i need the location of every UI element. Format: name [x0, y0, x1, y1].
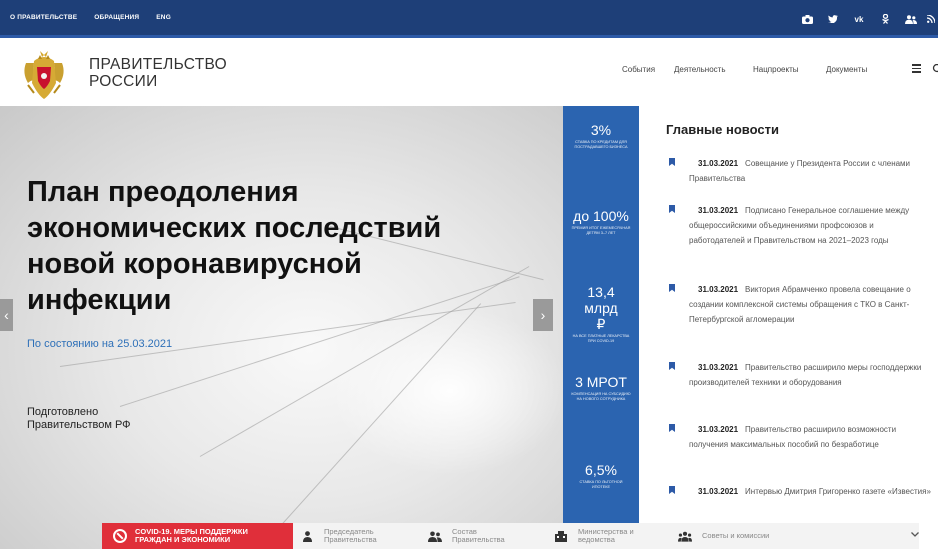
news-text: 31.03.2021 Интервью Дмитрия Григоренко га…: [669, 484, 931, 499]
odnoklassniki-icon[interactable]: [872, 9, 898, 29]
search-icon[interactable]: [932, 63, 938, 76]
hero-title-line: инфекции: [27, 284, 172, 316]
topbar-link-appeals[interactable]: ОБРАЩЕНИЯ: [94, 14, 139, 21]
main-news: Главные новости 31.03.2021 Совещание у Пр…: [639, 106, 938, 549]
stat-item[interactable]: 13,4 млрд ₽ НА ВСЕ ПЛАТНЫЕ ЛЕКАРСТВА ПРИ…: [563, 284, 639, 344]
news-heading[interactable]: Главные новости: [666, 122, 779, 137]
stats-column: 3% СТАВКА ПО КРЕДИТАМ ДЛЯ ПОСТРАДАВШЕГО …: [563, 106, 639, 549]
news-date: 31.03.2021: [698, 206, 739, 215]
hero-glow: [330, 306, 563, 476]
hero-date: По состоянию на 25.03.2021: [27, 338, 173, 350]
stat-value: 13,4 млрд ₽: [584, 284, 618, 332]
news-item[interactable]: 31.03.2021 Интервью Дмитрия Григоренко га…: [669, 484, 931, 499]
bottom-link-line: Правительства: [452, 535, 505, 544]
stat-description: СТАВКА ПО ЛЬГОТНОЙ ИПОТЕКЕ: [579, 480, 623, 489]
covid-support-button[interactable]: COVID-19. МЕРЫ ПОДДЕРЖКИ ГРАЖДАН И ЭКОНО…: [102, 523, 293, 549]
hero-title-line: План преодоления: [27, 176, 299, 208]
stat-value: до 100%: [573, 208, 629, 224]
bottom-bar: COVID-19. МЕРЫ ПОДДЕРЖКИ ГРАЖДАН И ЭКОНО…: [102, 523, 920, 549]
stat-item[interactable]: 3 МРОТ КОМПЕНСАЦИЯ НА СУБСИДИЮ НА НОВОГО…: [563, 374, 639, 402]
slider-prev-button[interactable]: ‹: [0, 299, 13, 331]
news-text: 31.03.2021 Подписано Генеральное соглашен…: [669, 203, 931, 248]
stat-item[interactable]: до 100% ПРЕМИЯ ИТОГ ЕЖЕМЕСЯЧНАЯ ДЕТЯМ 3–…: [563, 208, 639, 236]
news-date: 31.03.2021: [698, 425, 739, 434]
hero-credit-line: Правительством РФ: [27, 419, 131, 431]
person-icon: [300, 530, 314, 542]
stat-value: 3%: [590, 122, 612, 138]
group-icon: [428, 530, 442, 542]
bottom-link-label: Председатель Правительства: [324, 528, 377, 544]
slider-next-button[interactable]: ›: [533, 299, 553, 331]
rss-icon[interactable]: [924, 9, 938, 29]
stat-value: 3 МРОТ: [575, 374, 627, 390]
news-title: Интервью Дмитрия Григоренко газете «Изве…: [745, 487, 931, 496]
news-text: 31.03.2021 Виктория Абрамченко провела со…: [669, 282, 931, 327]
bottom-link-label: Советы и комиссии: [702, 532, 769, 540]
stat-description: ПРЕМИЯ ИТОГ ЕЖЕМЕСЯЧНАЯ ДЕТЯМ 3–7 ЛЕТ: [571, 226, 631, 235]
news-item[interactable]: 31.03.2021 Подписано Генеральное соглашен…: [669, 203, 931, 248]
stat-item[interactable]: 3% СТАВКА ПО КРЕДИТАМ ДЛЯ ПОСТРАДАВШЕГО …: [563, 122, 639, 150]
bottom-link-line: Советы и комиссии: [702, 531, 770, 540]
news-date: 31.03.2021: [698, 487, 739, 496]
bottom-link-ministries[interactable]: Министерства и ведомства: [554, 523, 634, 549]
news-text: 31.03.2021 Совещание у Президента России …: [669, 156, 931, 186]
stat-value: 6,5%: [585, 462, 617, 478]
bottom-link-councils[interactable]: Советы и комиссии: [678, 523, 920, 549]
nav-item-documents[interactable]: Документы: [826, 65, 867, 74]
hero-credit-line: Подготовлено: [27, 406, 99, 418]
bottom-link-composition[interactable]: Состав Правительства: [428, 523, 505, 549]
bottom-link-label: Состав Правительства: [452, 528, 505, 544]
news-text: 31.03.2021 Правительство расширило меры г…: [669, 360, 931, 390]
covid-label: COVID-19. МЕРЫ ПОДДЕРЖКИ ГРАЖДАН И ЭКОНО…: [135, 528, 248, 544]
hero-credit: Подготовлено Правительством РФ: [27, 406, 131, 432]
bottom-link-label: Министерства и ведомства: [578, 528, 634, 544]
topbar-link-eng[interactable]: ENG: [156, 14, 171, 21]
news-item[interactable]: 31.03.2021 Правительство расширило меры г…: [669, 360, 931, 390]
building-icon: [554, 530, 568, 542]
news-date: 31.03.2021: [698, 363, 739, 372]
hero-title-line: экономических последствий: [27, 212, 442, 244]
hero-title-line: новой коронавирусной: [27, 248, 362, 280]
prohibited-icon: [113, 529, 127, 543]
stat-description: СТАВКА ПО КРЕДИТАМ ДЛЯ ПОСТРАДАВШЕГО БИЗ…: [574, 140, 628, 149]
hero-title: План преодоления экономических последств…: [27, 174, 527, 318]
nav-item-national-projects[interactable]: Нацпроекты: [753, 65, 799, 74]
page: О ПРАВИТЕЛЬСТВЕ ОБРАЩЕНИЯ ENG vk ПРАВИТЕ…: [0, 0, 938, 549]
users-icon[interactable]: [898, 9, 924, 29]
vk-icon[interactable]: vk: [846, 9, 872, 29]
hero-slide[interactable]: План преодоления экономических последств…: [0, 106, 563, 549]
news-text: 31.03.2021 Правительство расширило возмож…: [669, 422, 931, 452]
chevron-down-icon[interactable]: [911, 530, 920, 539]
stat-description: НА ВСЕ ПЛАТНЫЕ ЛЕКАРСТВА ПРИ COVID-19: [572, 334, 630, 343]
bottom-link-line: Правительства: [324, 535, 377, 544]
site-header: ПРАВИТЕЛЬСТВО РОССИИ События Деятельност…: [0, 38, 938, 106]
council-icon: [678, 530, 692, 542]
news-item[interactable]: 31.03.2021 Виктория Абрамченко провела со…: [669, 282, 931, 327]
news-item[interactable]: 31.03.2021 Правительство расширило возмож…: [669, 422, 931, 452]
topbar: О ПРАВИТЕЛЬСТВЕ ОБРАЩЕНИЯ ENG vk: [0, 0, 938, 38]
topbar-link-about[interactable]: О ПРАВИТЕЛЬСТВЕ: [10, 14, 77, 21]
news-item[interactable]: 31.03.2021 Совещание у Президента России …: [669, 156, 931, 186]
twitter-icon[interactable]: [820, 9, 846, 29]
camera-icon[interactable]: [794, 9, 820, 29]
covid-label-line: ГРАЖДАН И ЭКОНОМИКИ: [135, 535, 231, 544]
news-date: 31.03.2021: [698, 285, 739, 294]
main-nav: События Деятельность Нацпроекты Документ…: [0, 65, 938, 79]
menu-icon[interactable]: [912, 64, 921, 75]
stat-description: КОМПЕНСАЦИЯ НА СУБСИДИЮ НА НОВОГО СОТРУД…: [571, 392, 631, 401]
stat-item[interactable]: 6,5% СТАВКА ПО ЛЬГОТНОЙ ИПОТЕКЕ: [563, 462, 639, 490]
social-links: vk: [794, 0, 938, 38]
bottom-link-chairman[interactable]: Председатель Правительства: [300, 523, 377, 549]
nav-item-activity[interactable]: Деятельность: [674, 65, 726, 74]
news-date: 31.03.2021: [698, 159, 739, 168]
nav-item-events[interactable]: События: [622, 65, 655, 74]
bottom-link-line: ведомства: [578, 535, 615, 544]
